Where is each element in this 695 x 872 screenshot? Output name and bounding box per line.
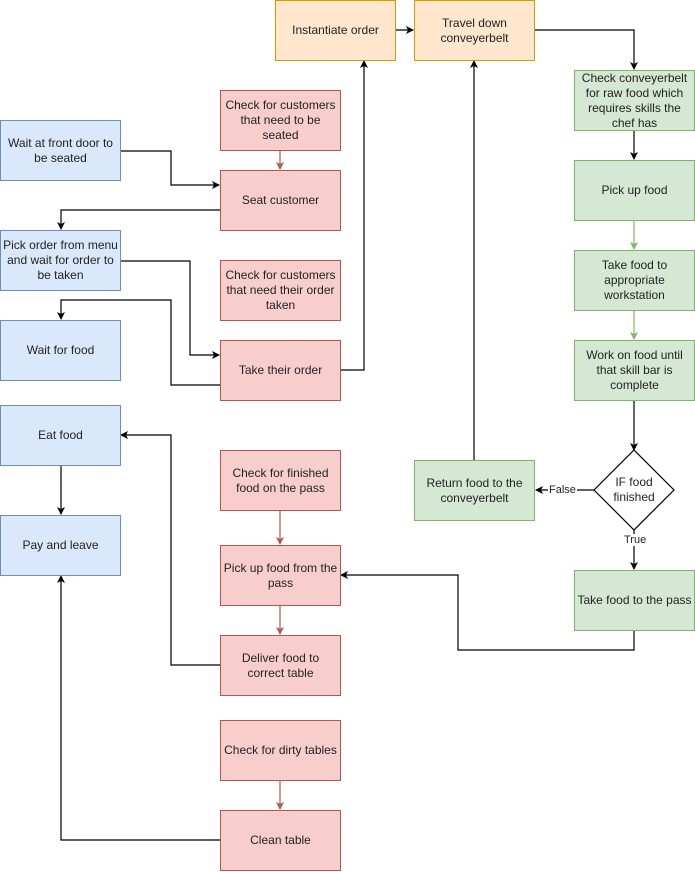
node-return-to-conveyor[interactable]: Return food to the conveyerbelt xyxy=(414,460,535,521)
node-pay-and-leave[interactable]: Pay and leave xyxy=(0,515,121,576)
edge-pick-order-to-take-order xyxy=(120,260,220,359)
node-label: Wait at front door to be seated xyxy=(8,135,113,165)
node-pick-up-food[interactable]: Pick up food xyxy=(574,160,695,221)
node-label: Check for customers that need their orde… xyxy=(225,268,336,312)
node-clean-table[interactable]: Clean table xyxy=(220,810,341,871)
edge-clean-to-pay xyxy=(57,575,220,841)
node-label: Check conveyerbelt for raw food which re… xyxy=(581,70,688,130)
node-take-to-workstation[interactable]: Take food to appropriate workstation xyxy=(574,250,695,311)
node-label: Instantiate order xyxy=(292,23,379,37)
node-label: Eat food xyxy=(38,428,83,442)
node-wait-front-door[interactable]: Wait at front door to be seated xyxy=(0,120,121,181)
node-pick-up-from-pass[interactable]: Pick up food from the pass xyxy=(220,545,341,606)
edge-take-order-to-instantiate xyxy=(340,60,368,371)
node-label: Work on food until that skill bar is com… xyxy=(586,348,683,392)
node-label: Return food to the conveyerbelt xyxy=(426,475,523,505)
edge-wait-door-to-seat xyxy=(120,150,220,189)
edge-seat-to-pick-order xyxy=(57,209,220,230)
node-label: Check for customers that need to be seat… xyxy=(225,98,336,142)
edge-label-false: False xyxy=(548,484,577,496)
node-label: IF food finished xyxy=(613,475,655,504)
node-label: Wait for food xyxy=(26,343,95,357)
edge-label-true: True xyxy=(623,534,648,546)
node-label: Take their order xyxy=(238,363,323,377)
node-if-food-finished[interactable]: IF food finished xyxy=(599,470,669,510)
node-pick-order-menu[interactable]: Pick order from menu and wait for order … xyxy=(0,230,121,291)
node-check-conveyor[interactable]: Check conveyerbelt for raw food which re… xyxy=(574,70,695,131)
node-label: Check for dirty tables xyxy=(224,743,337,757)
node-label: Clean table xyxy=(250,833,311,847)
node-instantiate-order[interactable]: Instantiate order xyxy=(275,0,396,61)
node-label: Take food to the pass xyxy=(577,593,692,607)
edge-deliver-to-eat xyxy=(120,431,220,666)
node-check-finished-food[interactable]: Check for finished food on the pass xyxy=(220,450,341,511)
node-label: Pay and leave xyxy=(22,538,99,552)
edge-travel-to-check-conveyor xyxy=(535,29,638,70)
node-eat-food[interactable]: Eat food xyxy=(0,405,121,466)
node-check-customers-seated[interactable]: Check for customers that need to be seat… xyxy=(220,90,341,151)
node-work-on-food[interactable]: Work on food until that skill bar is com… xyxy=(574,340,695,401)
node-label: Pick up food xyxy=(601,183,668,197)
node-label: Seat customer xyxy=(241,193,320,207)
node-check-dirty-tables[interactable]: Check for dirty tables xyxy=(220,720,341,781)
node-check-customers-order[interactable]: Check for customers that need their orde… xyxy=(220,260,341,321)
node-deliver-food[interactable]: Deliver food to correct table xyxy=(220,635,341,696)
node-take-order[interactable]: Take their order xyxy=(220,340,341,401)
node-label: Travel down conveyerbelt xyxy=(440,15,509,45)
node-label: Check for finished food on the pass xyxy=(232,465,329,495)
node-label: Deliver food to correct table xyxy=(241,650,320,680)
node-label: Take food to appropriate workstation xyxy=(601,258,668,302)
node-label: Pick up food from the pass xyxy=(223,560,338,590)
node-wait-for-food[interactable]: Wait for food xyxy=(0,320,121,381)
node-label: Pick order from menu and wait for order … xyxy=(3,238,118,282)
node-seat-customer[interactable]: Seat customer xyxy=(220,170,341,231)
node-travel-conveyor[interactable]: Travel down conveyerbelt xyxy=(414,0,535,61)
node-take-to-pass[interactable]: Take food to the pass xyxy=(574,570,695,631)
